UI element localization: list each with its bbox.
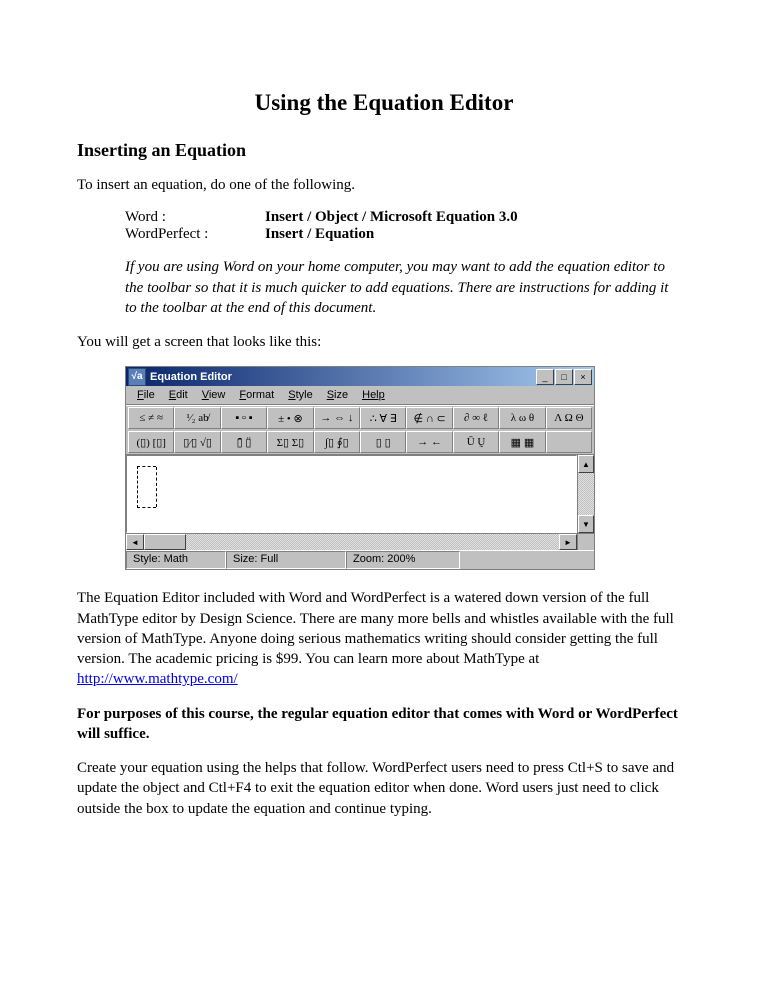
section-heading: Inserting an Equation [77, 140, 691, 161]
app-icon: √a [128, 368, 146, 386]
close-button[interactable]: × [574, 369, 592, 385]
palette-greek-upper[interactable]: Λ Ω Θ [546, 407, 592, 429]
scroll-track-h[interactable] [186, 534, 559, 550]
word-label: Word : [125, 209, 265, 226]
app-instructions: Word : Insert / Object / Microsoft Equat… [125, 209, 671, 243]
status-zoom: Zoom: 200% [346, 551, 460, 569]
intro-text: To insert an equation, do one of the fol… [77, 175, 691, 195]
mathtype-link[interactable]: http://www.mathtype.com/ [77, 671, 238, 687]
status-blank [460, 551, 594, 569]
vertical-scrollbar[interactable]: ▲ ▼ [577, 455, 594, 533]
edit-area: ▲ ▼ [126, 455, 594, 533]
menu-size[interactable]: Size [320, 388, 355, 402]
palette-set[interactable]: ∉ ∩ ⊂ [406, 407, 452, 429]
screenshot-intro: You will get a screen that looks like th… [77, 332, 691, 352]
menu-help[interactable]: Help [355, 388, 392, 402]
template-sums[interactable]: Σ▯ Σ▯ [267, 431, 313, 453]
scroll-left-icon[interactable]: ◄ [126, 534, 144, 550]
template-arrows[interactable]: → ← [406, 431, 452, 453]
palette-logic[interactable]: ∴ ∀ ∃ [360, 407, 406, 429]
equation-canvas[interactable] [126, 455, 577, 533]
window-title: Equation Editor [150, 371, 536, 383]
create-paragraph: Create your equation using the helps tha… [77, 758, 691, 819]
template-fractions[interactable]: ▯⁄▯ √▯ [174, 431, 220, 453]
minimize-button[interactable]: _ [536, 369, 554, 385]
toolbar-note: If you are using Word on your home compu… [125, 257, 671, 318]
template-scripts[interactable]: ▯̄ ▯̈ [221, 431, 267, 453]
palette-arrows[interactable]: → ⇔ ↓ [314, 407, 360, 429]
statusbar: Style: Math Size: Full Zoom: 200% [126, 550, 594, 569]
horizontal-scrollbar[interactable]: ◄ ► [126, 533, 577, 550]
template-empty[interactable] [546, 431, 592, 453]
toolbar-row-1: ≤ ≠ ≈ ¹⁄₂ ab̸ ▪ ▫ ▪ ± • ⊗ → ⇔ ↓ ∴ ∀ ∃ ∉ … [126, 406, 594, 430]
page-title: Using the Equation Editor [77, 90, 691, 116]
template-bars[interactable]: ▯ ▯ [360, 431, 406, 453]
menu-format[interactable]: Format [232, 388, 281, 402]
word-path: Insert / Object / Microsoft Equation 3.0 [265, 209, 518, 226]
toolbar-row-2: (▯) [▯] ▯⁄▯ √▯ ▯̄ ▯̈ Σ▯ Σ▯ ∫▯ ∮▯ ▯ ▯ → ←… [126, 430, 594, 454]
palette-embellish[interactable]: ▪ ▫ ▪ [221, 407, 267, 429]
maximize-button[interactable]: □ [555, 369, 573, 385]
status-size: Size: Full [226, 551, 346, 569]
palette-relations[interactable]: ≤ ≠ ≈ [128, 407, 174, 429]
scroll-track[interactable] [578, 473, 594, 515]
resize-grip[interactable] [577, 533, 594, 550]
scroll-up-icon[interactable]: ▲ [578, 455, 594, 473]
palette-operators[interactable]: ± • ⊗ [267, 407, 313, 429]
template-matrices[interactable]: ▦ ▦ [499, 431, 545, 453]
menu-file[interactable]: File [130, 388, 162, 402]
status-style: Style: Math [126, 551, 226, 569]
document-page: Using the Equation Editor Inserting an E… [0, 0, 768, 893]
scroll-thumb[interactable] [144, 534, 186, 550]
menu-edit[interactable]: Edit [162, 388, 195, 402]
toolbar: ≤ ≠ ≈ ¹⁄₂ ab̸ ▪ ▫ ▪ ± • ⊗ → ⇔ ↓ ∴ ∀ ∃ ∉ … [126, 405, 594, 455]
menubar: File Edit View Format Style Size Help [126, 386, 594, 405]
template-products[interactable]: Ū Ṵ [453, 431, 499, 453]
template-integrals[interactable]: ∫▯ ∮▯ [314, 431, 360, 453]
wordperfect-path: Insert / Equation [265, 226, 374, 243]
titlebar: √a Equation Editor _ □ × [126, 367, 594, 386]
scroll-right-icon[interactable]: ► [559, 534, 577, 550]
template-fences[interactable]: (▯) [▯] [128, 431, 174, 453]
equation-editor-window: √a Equation Editor _ □ × File Edit View … [125, 366, 595, 570]
suffice-paragraph: For purposes of this course, the regular… [77, 704, 691, 745]
wordperfect-label: WordPerfect : [125, 226, 265, 243]
palette-misc[interactable]: ∂ ∞ ℓ [453, 407, 499, 429]
mathtype-paragraph: The Equation Editor included with Word a… [77, 588, 691, 689]
menu-style[interactable]: Style [281, 388, 319, 402]
scroll-down-icon[interactable]: ▼ [578, 515, 594, 533]
insertion-slot [137, 466, 156, 508]
palette-greek-lower[interactable]: λ ω θ [499, 407, 545, 429]
menu-view[interactable]: View [195, 388, 233, 402]
mathtype-text: The Equation Editor included with Word a… [77, 590, 674, 667]
palette-spaces[interactable]: ¹⁄₂ ab̸ [174, 407, 220, 429]
